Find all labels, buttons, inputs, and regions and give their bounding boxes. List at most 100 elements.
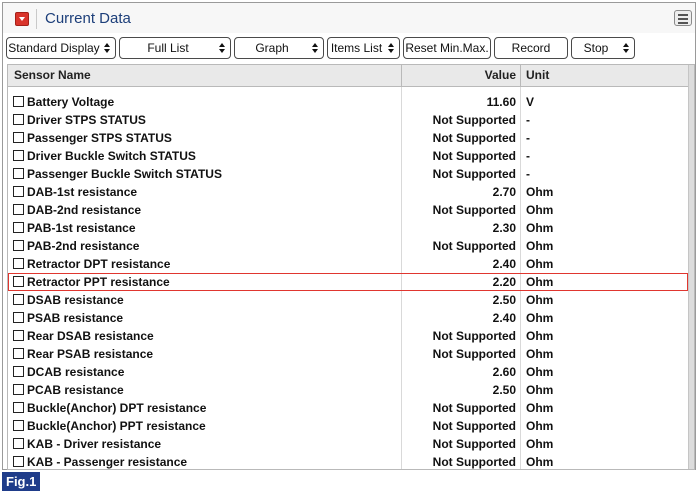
sensor-unit: Ohm [526,347,554,361]
graph-select[interactable]: Graph [234,37,324,59]
sensor-unit: - [526,131,530,145]
table-row[interactable]: KAB - Passenger resistance Not Supported O… [8,453,688,471]
table-row[interactable]: PAB-2nd resistance Not Supported Ohm [8,237,688,255]
items-list-label: Items List [330,41,383,55]
sensor-name: DCAB resistance [27,365,125,379]
sensor-name: DAB-2nd resistance [27,203,142,217]
row-checkbox[interactable] [13,132,24,143]
sensor-unit: - [526,113,530,127]
sensor-unit: Ohm [526,365,554,379]
sensor-name: Buckle(Anchor) PPT resistance [27,419,206,433]
row-checkbox[interactable] [13,168,24,179]
table-row[interactable]: DCAB resistance 2.60 Ohm [8,363,688,381]
sensor-value: Not Supported [432,239,516,253]
row-checkbox[interactable] [13,258,24,269]
row-checkbox[interactable] [13,294,24,305]
sensor-unit: V [526,95,535,109]
standard-display-select[interactable]: Standard Display [6,37,116,59]
sensor-unit: Ohm [526,311,554,325]
sensor-unit: - [526,167,530,181]
items-list-select[interactable]: Items List [327,37,400,59]
full-list-label: Full List [147,41,189,55]
table-row[interactable]: Retractor DPT resistance 2.40 Ohm [8,255,688,273]
table-header: Sensor Name Value Unit [8,65,694,87]
row-checkbox[interactable] [13,96,24,107]
table-row[interactable]: Driver STPS STATUS Not Supported - [8,111,688,129]
collapse-arrow-icon[interactable] [15,12,29,26]
sensor-name: Battery Voltage [27,95,115,109]
sensor-unit: Ohm [526,257,554,271]
row-checkbox[interactable] [13,420,24,431]
sensor-unit: Ohm [526,203,554,217]
sensor-name: Driver STPS STATUS [27,113,146,127]
vertical-scrollbar[interactable] [688,65,694,469]
row-checkbox[interactable] [13,222,24,233]
sensor-value: 2.50 [492,293,516,307]
row-checkbox[interactable] [13,186,24,197]
record-button[interactable]: Record [494,37,568,59]
current-data-panel: Current Data Standard Display Full List … [2,2,696,470]
column-divider [401,65,402,86]
sensor-value: Not Supported [432,455,516,469]
table-row[interactable]: PAB-1st resistance 2.30 Ohm [8,219,688,237]
row-checkbox[interactable] [13,438,24,449]
row-checkbox[interactable] [13,204,24,215]
record-label: Record [511,41,551,55]
table-row[interactable]: DAB-1st resistance 2.70 Ohm [8,183,688,201]
graph-label: Graph [255,41,289,55]
sensor-unit: Ohm [526,329,554,343]
row-checkbox[interactable] [13,240,24,251]
row-checkbox[interactable] [13,312,24,323]
table-row[interactable]: DAB-2nd resistance Not Supported Ohm [8,201,688,219]
table-row[interactable]: Passenger Buckle Switch STATUS Not Suppor… [8,165,688,183]
sensor-value: 2.70 [492,185,516,199]
sensor-name: PCAB resistance [27,383,124,397]
row-checkbox[interactable] [13,366,24,377]
row-checkbox[interactable] [13,384,24,395]
row-checkbox[interactable] [13,276,24,287]
column-header-unit[interactable]: Unit [526,65,606,86]
row-checkbox[interactable] [13,348,24,359]
table-row[interactable]: KAB - Driver resistance Not Supported Ohm [8,435,688,453]
sensor-unit: Ohm [526,275,554,289]
table-row[interactable]: PCAB resistance 2.50 Ohm [8,381,688,399]
column-header-sensor-name[interactable]: Sensor Name [14,65,394,86]
table-row[interactable]: Rear DSAB resistance Not Supported Ohm [8,327,688,345]
sensor-value: 2.40 [492,257,516,271]
sensor-name: KAB - Passenger resistance [27,455,188,469]
stop-label: Stop [583,41,609,55]
sensor-value: 2.40 [492,311,516,325]
table-row[interactable]: Buckle(Anchor) DPT resistance Not Support… [8,399,688,417]
table-row[interactable]: Rear PSAB resistance Not Supported Ohm [8,345,688,363]
full-list-select[interactable]: Full List [119,37,231,59]
table-row[interactable]: Passenger STPS STATUS Not Supported - [8,129,688,147]
sensor-value: 11.60 [486,95,516,109]
row-checkbox[interactable] [13,456,24,467]
stop-select[interactable]: Stop [571,37,635,59]
table-row[interactable]: Retractor PPT resistance 2.20 Ohm [8,273,688,291]
sensor-unit: Ohm [526,419,554,433]
sensor-value: 2.30 [492,221,516,235]
row-checkbox[interactable] [13,114,24,125]
sensor-name: PSAB resistance [27,311,124,325]
table-row[interactable]: DSAB resistance 2.50 Ohm [8,291,688,309]
sensor-value: Not Supported [432,203,516,217]
sensor-name: Retractor DPT resistance [27,257,171,271]
table-row[interactable]: Driver Buckle Switch STATUS Not Supported… [8,147,688,165]
sensor-name: Passenger STPS STATUS [27,131,172,145]
table-row[interactable]: Buckle(Anchor) PPT resistance Not Support… [8,417,688,435]
table-row[interactable]: PSAB resistance 2.40 Ohm [8,309,688,327]
row-checkbox[interactable] [13,330,24,341]
row-checkbox[interactable] [13,402,24,413]
column-header-value[interactable]: Value [404,65,516,86]
reset-min-max-label: Reset Min.Max. [405,41,489,55]
sensor-name: Driver Buckle Switch STATUS [27,149,196,163]
spinner-icon [104,43,111,53]
reset-min-max-button[interactable]: Reset Min.Max. [403,37,491,59]
row-checkbox[interactable] [13,150,24,161]
panel-title: Current Data [45,10,131,27]
table-row[interactable]: Battery Voltage 11.60 V [8,93,688,111]
toolbar: Standard Display Full List Graph Items L… [3,35,695,61]
menu-list-icon[interactable] [674,10,692,26]
sensor-unit: Ohm [526,293,554,307]
